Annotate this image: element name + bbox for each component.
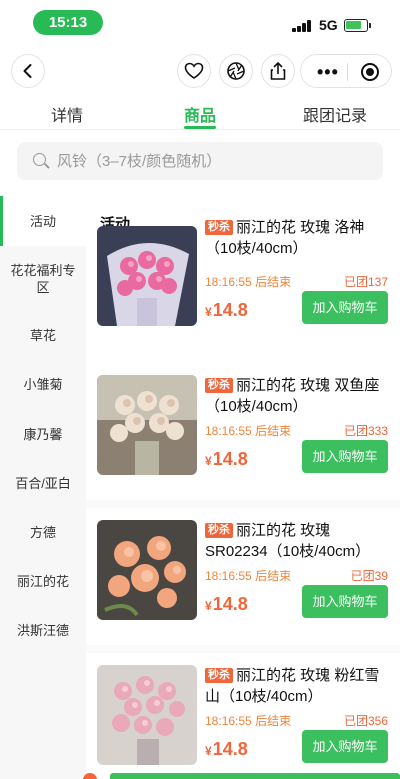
joined-count: 已团39 [350,569,388,583]
tab-products[interactable]: 商品 [184,102,216,126]
joined-count: 已团333 [343,424,388,438]
aperture-icon [227,62,245,80]
product-title: 秒杀 丽江的花 玫瑰 粉红雪山（10枝/40cm） [205,667,380,705]
aperture-button[interactable] [219,54,253,88]
price: ¥14.8 [205,594,248,614]
product-image[interactable] [97,226,197,326]
share-button[interactable] [261,54,295,88]
product-title: 秒杀 丽江的花 玫瑰 双鱼座（10枝/40cm） [205,377,380,415]
flash-sale-tag: 秒杀 [205,668,233,683]
product-card[interactable]: 秒杀 丽江的花 玫瑰 SR02234（10枝/40cm） 18:16:55 后结束… [86,520,400,642]
back-button[interactable] [11,54,45,88]
checkout-bar[interactable] [110,773,400,779]
add-to-cart-button[interactable]: 加入购物车 [302,440,388,473]
countdown: 18:16:55 后结束 [205,569,292,583]
product-title: 秒杀 丽江的花 玫瑰 SR02234（10枝/40cm） [205,522,371,560]
add-to-cart-button[interactable]: 加入购物车 [302,585,388,618]
flash-sale-tag: 秒杀 [205,220,233,235]
sidebar-item-welfare[interactable]: 花花福利专区 [0,262,86,296]
search-bar[interactable] [17,142,383,180]
status-time: 15:13 [33,10,103,35]
flash-sale-tag: 秒杀 [205,378,233,393]
countdown: 18:16:55 后结束 [205,714,292,728]
signal-icon [292,20,314,32]
price: ¥14.8 [205,449,248,469]
product-image[interactable] [97,520,197,620]
sidebar-item-label: 康乃馨 [23,427,63,442]
sidebar-item-label: 草花 [29,328,56,343]
favorite-button[interactable] [177,54,211,88]
miniapp-capsule: ••• [300,54,392,88]
chevron-left-icon [23,64,32,78]
network-type: 5G [319,17,338,33]
target-icon[interactable] [361,63,379,81]
sidebar-item-label: 百合/亚白 [15,476,71,491]
heart-icon [184,62,204,79]
product-image[interactable] [97,375,197,475]
share-icon [270,62,286,80]
price: ¥14.8 [205,300,248,320]
flash-sale-tag: 秒杀 [205,523,233,538]
sidebar-item-daisy[interactable]: 小雏菊 [0,376,86,393]
countdown: 18:16:55 后结束 [205,275,292,289]
sidebar-item-activity[interactable]: 活动 [0,196,86,246]
search-input[interactable] [57,151,367,171]
sidebar-item-label: 洪斯汪德 [16,623,69,638]
tab-bar: 详情 商品 跟团记录 [0,96,400,130]
battery-icon [344,19,371,32]
joined-count: 已团356 [343,714,388,728]
sidebar-item-grass-flowers[interactable]: 草花 [0,327,86,344]
sidebar-item-carnation[interactable]: 康乃馨 [0,426,86,443]
product-list: 活动 秒杀 丽江的花 玫瑰 洛神（10枝/40cm） 18:16:55 后结束 已… [86,196,400,779]
divider [86,645,400,653]
price: ¥14.8 [205,739,248,759]
sidebar-item-label: 花花福利专区 [10,263,76,295]
sidebar-item-label: 方德 [29,525,56,540]
product-image[interactable] [97,665,197,765]
add-to-cart-button[interactable]: 加入购物车 [302,730,388,763]
sidebar-item-lijiang[interactable]: 丽江的花 [0,573,86,590]
countdown: 18:16:55 后结束 [205,424,292,438]
sidebar-item-label: 丽江的花 [16,574,69,589]
status-bar: 15:13 5G [0,0,400,46]
more-dots-icon[interactable]: ••• [317,62,339,83]
add-to-cart-button[interactable]: 加入购物车 [302,291,388,324]
category-sidebar: 活动 花花福利专区 草花 小雏菊 康乃馨 百合/亚白 方德 丽江的花 洪斯汪德 [0,196,86,779]
product-card[interactable]: 秒杀 丽江的花 玫瑰 洛神（10枝/40cm） 18:16:55 后结束 已团13… [86,219,400,348]
search-icon [33,153,46,166]
divider [86,500,400,508]
tab-group-records[interactable]: 跟团记录 [303,102,367,126]
sidebar-item-label: 活动 [29,214,56,229]
product-title: 秒杀 丽江的花 玫瑰 洛神（10枝/40cm） [205,219,365,257]
sidebar-item-lily[interactable]: 百合/亚白 [0,475,86,492]
active-tab-indicator [184,126,216,129]
sidebar-item-fangde[interactable]: 方德 [0,524,86,541]
product-card[interactable]: 秒杀 丽江的花 玫瑰 粉红雪山（10枝/40cm） 18:16:55 后结束 已团… [86,665,400,779]
sidebar-item-more[interactable]: 洪斯汪德 [0,622,86,639]
tab-details[interactable]: 详情 [51,102,83,126]
sidebar-item-label: 小雏菊 [23,377,63,392]
joined-count: 已团137 [343,275,388,289]
product-card[interactable]: 秒杀 丽江的花 玫瑰 双鱼座（10枝/40cm） 18:16:55 后结束 已团3… [86,375,400,497]
